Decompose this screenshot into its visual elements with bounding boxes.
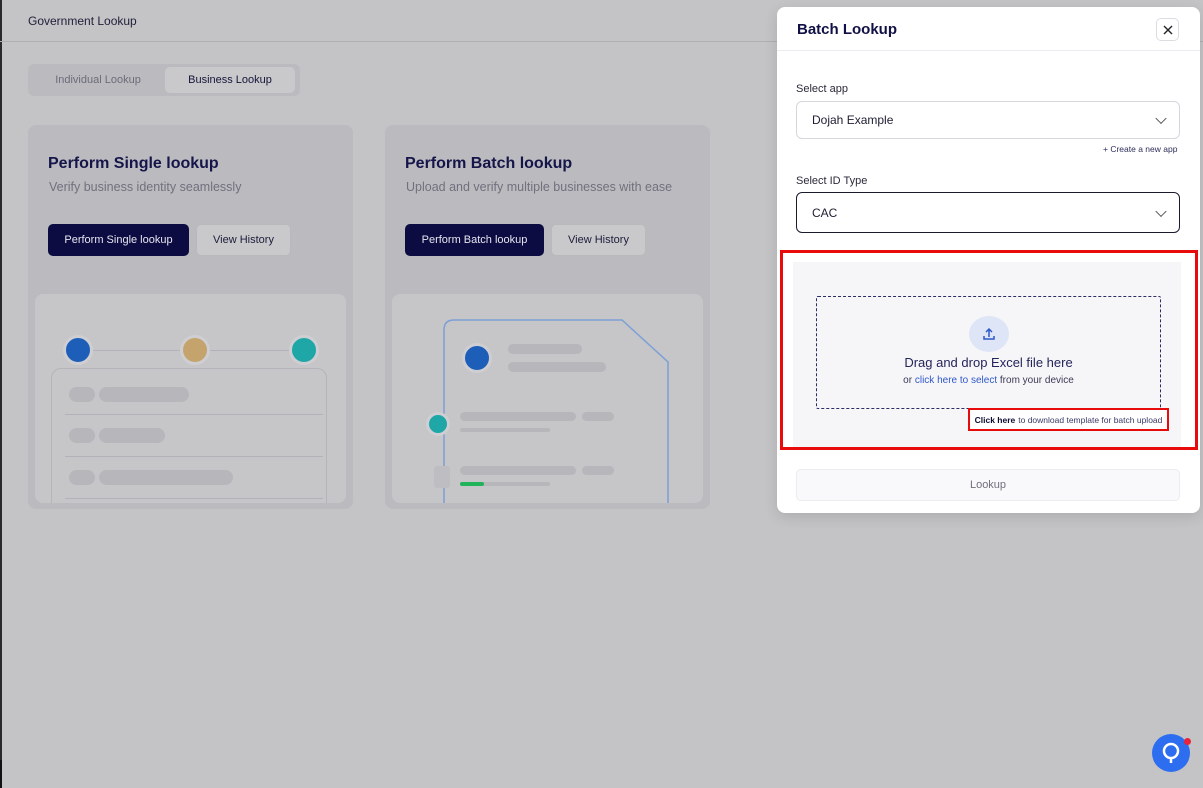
select-app-dropdown[interactable]: Dojah Example xyxy=(796,101,1180,139)
single-lookup-illustration xyxy=(35,294,346,503)
select-app-label: Select app xyxy=(796,83,848,95)
dropzone-sub-suffix: from your device xyxy=(999,375,1074,386)
window-edge xyxy=(0,0,2,760)
dropzone-sub-prefix: or xyxy=(903,375,913,386)
perform-batch-lookup-button[interactable]: Perform Batch lookup xyxy=(405,224,544,256)
click-here-link[interactable]: Click here xyxy=(975,415,1016,425)
upload-button[interactable] xyxy=(969,316,1009,352)
window-edge-bottom xyxy=(0,760,2,788)
select-id-type-label: Select ID Type xyxy=(796,175,868,187)
dropzone-subtitle: or click here to select from your device xyxy=(817,375,1160,386)
modal-title: Batch Lookup xyxy=(797,21,897,38)
chevron-down-icon xyxy=(1155,112,1167,125)
select-id-type-value: CAC xyxy=(812,205,838,220)
select-app-value: Dojah Example xyxy=(812,113,894,127)
view-history-button[interactable]: View History xyxy=(196,224,291,256)
chat-support-icon xyxy=(1162,742,1180,763)
page-title: Government Lookup xyxy=(28,14,137,28)
file-dropzone[interactable]: Drag and drop Excel file here or click h… xyxy=(816,296,1161,409)
notification-badge xyxy=(1184,738,1191,745)
close-button[interactable] xyxy=(1156,18,1179,41)
tab-business-lookup[interactable]: Business Lookup xyxy=(165,67,295,93)
batch-lookup-illustration xyxy=(392,294,703,503)
check-icon xyxy=(426,412,450,436)
single-lookup-card: Perform Single lookup Verify business id… xyxy=(28,125,353,509)
card-subtitle: Upload and verify multiple businesses wi… xyxy=(406,180,673,194)
batch-lookup-modal: Batch Lookup Select app Dojah Example + … xyxy=(777,7,1200,513)
user-icon xyxy=(180,335,210,365)
click-to-select-link[interactable]: click here to select xyxy=(915,375,997,386)
lookup-button[interactable]: Lookup xyxy=(796,469,1180,501)
upload-icon xyxy=(434,466,450,488)
select-id-type-dropdown[interactable]: CAC xyxy=(796,192,1180,233)
modal-header: Batch Lookup xyxy=(777,7,1200,51)
template-text: to download template for batch upload xyxy=(1018,414,1163,425)
lookup-tabs: Individual Lookup Business Lookup xyxy=(28,64,300,96)
perform-single-lookup-button[interactable]: Perform Single lookup xyxy=(48,224,189,256)
batch-lookup-card: Perform Batch lookup Upload and verify m… xyxy=(385,125,710,509)
progress-bar xyxy=(460,482,484,486)
dropzone-title: Drag and drop Excel file here xyxy=(904,355,1073,370)
user-icon xyxy=(63,335,93,365)
card-title: Perform Batch lookup xyxy=(405,155,573,172)
check-icon xyxy=(289,335,319,365)
download-template-link[interactable]: Click here to download template for batc… xyxy=(968,408,1169,431)
close-icon xyxy=(1163,25,1172,34)
tab-individual-lookup[interactable]: Individual Lookup xyxy=(31,67,165,93)
view-history-button[interactable]: View History xyxy=(551,224,646,256)
chevron-down-icon xyxy=(1155,205,1167,217)
user-icon xyxy=(462,343,492,373)
upload-icon xyxy=(983,327,995,340)
card-title: Perform Single lookup xyxy=(48,155,219,172)
create-new-app-link[interactable]: + Create a new app xyxy=(1103,144,1177,154)
card-subtitle: Verify business identity seamlessly xyxy=(49,180,242,194)
